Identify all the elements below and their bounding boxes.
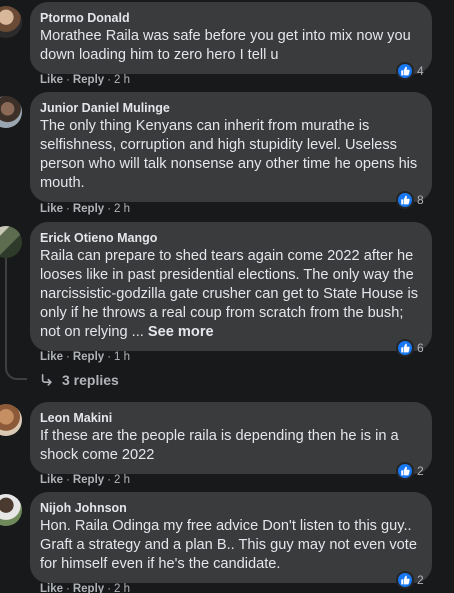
avatar[interactable]: [0, 494, 22, 526]
replies-count-label: 3 replies: [62, 372, 119, 388]
comment-bubble: Ptormo Donald Morathee Raila was safe be…: [30, 2, 432, 74]
comment-author[interactable]: Erick Otieno Mango: [40, 230, 420, 246]
comment-actions: Like · Reply · 2 h: [40, 474, 131, 486]
reactions-summary[interactable]: 2: [396, 571, 424, 589]
reactions-summary[interactable]: 4: [396, 62, 424, 80]
reaction-count: 6: [417, 341, 424, 355]
comment-bubble: Erick Otieno Mango Raila can prepare to …: [30, 222, 432, 351]
see-more-link[interactable]: See more: [148, 324, 214, 340]
reply-link[interactable]: Reply: [73, 203, 104, 215]
reactions-summary[interactable]: 6: [396, 339, 424, 357]
thumbs-up-icon: [396, 462, 414, 480]
reaction-count: 2: [417, 464, 424, 478]
like-link[interactable]: Like: [40, 583, 63, 593]
comment-author[interactable]: Nijoh Johnson: [40, 500, 420, 516]
like-link[interactable]: Like: [40, 474, 63, 486]
comment-actions: Like · Reply · 2 h: [40, 583, 131, 593]
like-link[interactable]: Like: [40, 351, 63, 363]
like-link[interactable]: Like: [40, 74, 63, 86]
reply-link[interactable]: Reply: [73, 74, 104, 86]
comment-time[interactable]: 2 h: [114, 203, 130, 215]
thumbs-up-icon: [396, 571, 414, 589]
reactions-summary[interactable]: 2: [396, 462, 424, 480]
comment-time[interactable]: 1 h: [114, 351, 130, 363]
comment-actions: Like · Reply · 1 h: [40, 351, 131, 363]
comment-text: The only thing Kenyans can inherit from …: [40, 118, 418, 191]
comment-author[interactable]: Leon Makini: [40, 410, 420, 426]
thumbs-up-icon: [396, 191, 414, 209]
like-link[interactable]: Like: [40, 203, 63, 215]
comment-bubble: Junior Daniel Mulinge The only thing Ken…: [30, 92, 432, 202]
comment-bubble: Nijoh Johnson Hon. Raila Odinga my free …: [30, 492, 432, 583]
reaction-count: 2: [417, 573, 424, 587]
reaction-count: 8: [417, 193, 424, 207]
comment-time[interactable]: 2 h: [114, 583, 130, 593]
thumbs-up-icon: [396, 339, 414, 357]
comment-author[interactable]: Ptormo Donald: [40, 10, 420, 26]
thread-connector: [5, 364, 27, 380]
comment-author[interactable]: Junior Daniel Mulinge: [40, 100, 420, 116]
view-replies-button[interactable]: 3 replies: [40, 372, 119, 388]
comment-time[interactable]: 2 h: [114, 474, 130, 486]
reply-arrow-icon: [41, 373, 52, 386]
thread-line: [5, 250, 7, 364]
avatar[interactable]: [0, 6, 22, 38]
comment-text-body: Raila can prepare to shed tears again co…: [40, 248, 418, 340]
comment-actions: Like · Reply · 2 h: [40, 74, 131, 86]
avatar[interactable]: [0, 226, 22, 258]
reactions-summary[interactable]: 8: [396, 191, 424, 209]
comment-bubble: Leon Makini If these are the people rail…: [30, 402, 432, 474]
reaction-count: 4: [417, 64, 424, 78]
comment-actions: Like · Reply · 2 h: [40, 203, 131, 215]
comment-text: Morathee Raila was safe before you get i…: [40, 28, 411, 63]
reply-link[interactable]: Reply: [73, 583, 104, 593]
comment-time[interactable]: 2 h: [114, 74, 130, 86]
comment-text: Raila can prepare to shed tears again co…: [40, 247, 420, 342]
comment-text: Hon. Raila Odinga my free advice Don't l…: [40, 518, 417, 572]
thumbs-up-icon: [396, 62, 414, 80]
avatar[interactable]: [0, 404, 22, 436]
avatar[interactable]: [0, 96, 22, 128]
reply-link[interactable]: Reply: [73, 351, 104, 363]
reply-link[interactable]: Reply: [73, 474, 104, 486]
comment-text: If these are the people raila is dependi…: [40, 428, 399, 463]
